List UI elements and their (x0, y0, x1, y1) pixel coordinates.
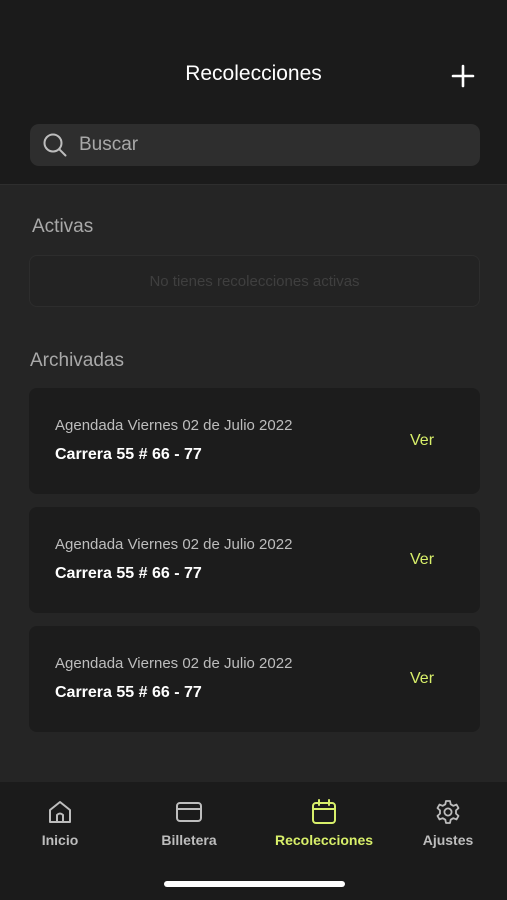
view-button[interactable]: Ver (410, 432, 434, 450)
active-section-title: Activas (32, 216, 94, 237)
tab-label: Ajustes (422, 832, 474, 848)
card-address: Carrera 55 # 66 - 77 (55, 684, 202, 701)
wallet-card-icon (176, 802, 202, 822)
view-button[interactable]: Ver (410, 551, 434, 569)
empty-state-message: No tienes recolecciones activas (29, 255, 480, 307)
card-date: Agendada Viernes 02 de Julio 2022 (55, 417, 293, 434)
tab-recolecciones[interactable]: Recolecciones (264, 798, 384, 848)
archived-card: Agendada Viernes 02 de Julio 2022 Carrer… (29, 626, 480, 732)
tab-label: Billetera (161, 832, 217, 848)
tab-inicio[interactable]: Inicio (0, 798, 120, 848)
home-icon (49, 801, 71, 823)
header: Recolecciones (0, 0, 507, 185)
card-address: Carrera 55 # 66 - 77 (55, 446, 202, 463)
card-date: Agendada Viernes 02 de Julio 2022 (55, 536, 293, 553)
tab-label: Recolecciones (274, 832, 374, 848)
archived-section-title: Archivadas (30, 350, 124, 371)
search-bar[interactable] (30, 124, 480, 166)
add-button[interactable] (449, 62, 477, 90)
card-address: Carrera 55 # 66 - 77 (55, 565, 202, 582)
tab-ajustes[interactable]: Ajustes (388, 798, 507, 848)
plus-icon (451, 64, 475, 88)
archived-card: Agendada Viernes 02 de Julio 2022 Carrer… (29, 388, 480, 494)
search-icon (43, 133, 67, 157)
page-title: Recolecciones (185, 62, 322, 85)
card-date: Agendada Viernes 02 de Julio 2022 (55, 655, 293, 672)
archived-card: Agendada Viernes 02 de Julio 2022 Carrer… (29, 507, 480, 613)
home-indicator (164, 881, 345, 887)
tab-billetera[interactable]: Billetera (129, 798, 249, 848)
tab-label: Inicio (41, 832, 79, 848)
calendar-icon (312, 799, 336, 824)
gear-icon (436, 800, 460, 824)
view-button[interactable]: Ver (410, 670, 434, 688)
search-input[interactable] (79, 134, 459, 156)
